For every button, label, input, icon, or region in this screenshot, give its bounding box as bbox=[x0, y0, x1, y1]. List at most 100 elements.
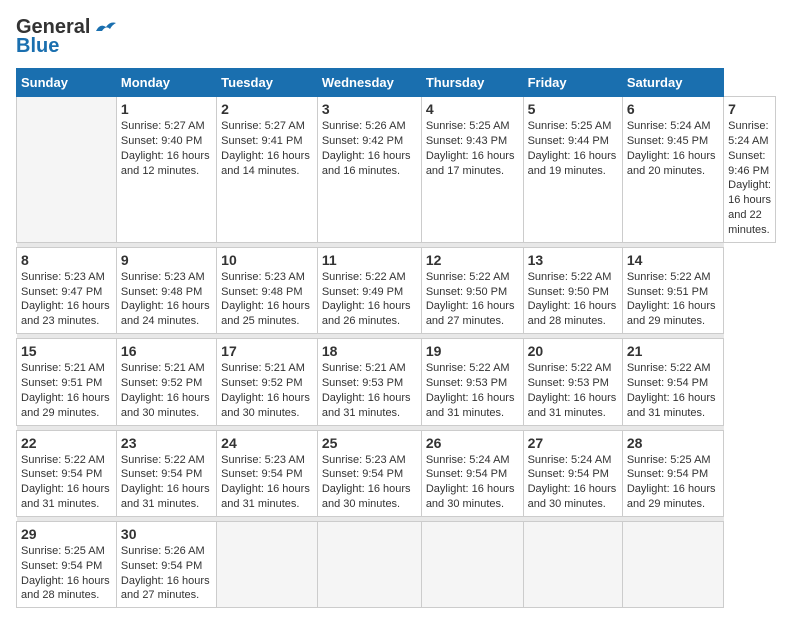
calendar-day-cell: 14 Sunrise: 5:22 AM Sunset: 9:51 PM Dayl… bbox=[622, 247, 723, 333]
calendar-day-cell: 15 Sunrise: 5:21 AM Sunset: 9:51 PM Dayl… bbox=[17, 339, 117, 425]
day-info: Sunrise: 5:22 AM Sunset: 9:53 PM Dayligh… bbox=[426, 361, 519, 420]
day-number: 8 bbox=[21, 252, 112, 268]
weekday-header: Friday bbox=[523, 69, 622, 97]
day-number: 26 bbox=[426, 435, 519, 451]
day-info: Sunrise: 5:24 AM Sunset: 9:54 PM Dayligh… bbox=[426, 453, 519, 512]
calendar-day-cell: 6 Sunrise: 5:24 AM Sunset: 9:45 PM Dayli… bbox=[622, 97, 723, 243]
calendar-day-cell: 17 Sunrise: 5:21 AM Sunset: 9:52 PM Dayl… bbox=[217, 339, 318, 425]
day-number: 17 bbox=[221, 343, 313, 359]
calendar-day-cell: 27 Sunrise: 5:24 AM Sunset: 9:54 PM Dayl… bbox=[523, 430, 622, 516]
day-number: 29 bbox=[21, 526, 112, 542]
day-number: 7 bbox=[728, 101, 771, 117]
day-number: 24 bbox=[221, 435, 313, 451]
day-info: Sunrise: 5:23 AM Sunset: 9:54 PM Dayligh… bbox=[322, 453, 417, 512]
day-info: Sunrise: 5:23 AM Sunset: 9:54 PM Dayligh… bbox=[221, 453, 313, 512]
day-info: Sunrise: 5:22 AM Sunset: 9:50 PM Dayligh… bbox=[528, 270, 618, 329]
calendar-day-cell: 30 Sunrise: 5:26 AM Sunset: 9:54 PM Dayl… bbox=[116, 521, 216, 607]
day-number: 5 bbox=[528, 101, 618, 117]
calendar-day-cell: 8 Sunrise: 5:23 AM Sunset: 9:47 PM Dayli… bbox=[17, 247, 117, 333]
day-info: Sunrise: 5:22 AM Sunset: 9:54 PM Dayligh… bbox=[627, 361, 719, 420]
weekday-header: Saturday bbox=[622, 69, 723, 97]
day-number: 16 bbox=[121, 343, 212, 359]
day-number: 22 bbox=[21, 435, 112, 451]
calendar-day-cell bbox=[17, 97, 117, 243]
day-info: Sunrise: 5:21 AM Sunset: 9:51 PM Dayligh… bbox=[21, 361, 112, 420]
day-number: 4 bbox=[426, 101, 519, 117]
day-info: Sunrise: 5:24 AM Sunset: 9:46 PM Dayligh… bbox=[728, 119, 771, 238]
weekday-header: Monday bbox=[116, 69, 216, 97]
day-number: 10 bbox=[221, 252, 313, 268]
calendar-day-cell bbox=[523, 521, 622, 607]
day-number: 12 bbox=[426, 252, 519, 268]
calendar-day-cell: 23 Sunrise: 5:22 AM Sunset: 9:54 PM Dayl… bbox=[116, 430, 216, 516]
day-info: Sunrise: 5:22 AM Sunset: 9:49 PM Dayligh… bbox=[322, 270, 417, 329]
calendar-day-cell: 2 Sunrise: 5:27 AM Sunset: 9:41 PM Dayli… bbox=[217, 97, 318, 243]
day-number: 25 bbox=[322, 435, 417, 451]
day-number: 6 bbox=[627, 101, 719, 117]
day-number: 14 bbox=[627, 252, 719, 268]
day-info: Sunrise: 5:21 AM Sunset: 9:52 PM Dayligh… bbox=[221, 361, 313, 420]
calendar-week-row: 29 Sunrise: 5:25 AM Sunset: 9:54 PM Dayl… bbox=[17, 521, 776, 607]
day-number: 15 bbox=[21, 343, 112, 359]
weekday-header-row: SundayMondayTuesdayWednesdayThursdayFrid… bbox=[17, 69, 776, 97]
day-info: Sunrise: 5:25 AM Sunset: 9:54 PM Dayligh… bbox=[21, 544, 112, 603]
calendar: SundayMondayTuesdayWednesdayThursdayFrid… bbox=[16, 68, 776, 608]
calendar-week-row: 1 Sunrise: 5:27 AM Sunset: 9:40 PM Dayli… bbox=[17, 97, 776, 243]
calendar-day-cell: 16 Sunrise: 5:21 AM Sunset: 9:52 PM Dayl… bbox=[116, 339, 216, 425]
calendar-day-cell: 18 Sunrise: 5:21 AM Sunset: 9:53 PM Dayl… bbox=[317, 339, 421, 425]
logo-blue: Blue bbox=[16, 35, 59, 58]
day-number: 27 bbox=[528, 435, 618, 451]
day-info: Sunrise: 5:22 AM Sunset: 9:51 PM Dayligh… bbox=[627, 270, 719, 329]
header: General Blue bbox=[16, 16, 776, 58]
calendar-day-cell bbox=[421, 521, 523, 607]
day-info: Sunrise: 5:24 AM Sunset: 9:54 PM Dayligh… bbox=[528, 453, 618, 512]
calendar-day-cell: 4 Sunrise: 5:25 AM Sunset: 9:43 PM Dayli… bbox=[421, 97, 523, 243]
calendar-day-cell: 20 Sunrise: 5:22 AM Sunset: 9:53 PM Dayl… bbox=[523, 339, 622, 425]
calendar-day-cell: 24 Sunrise: 5:23 AM Sunset: 9:54 PM Dayl… bbox=[217, 430, 318, 516]
calendar-day-cell: 9 Sunrise: 5:23 AM Sunset: 9:48 PM Dayli… bbox=[116, 247, 216, 333]
day-info: Sunrise: 5:25 AM Sunset: 9:44 PM Dayligh… bbox=[528, 119, 618, 178]
calendar-day-cell bbox=[317, 521, 421, 607]
calendar-day-cell: 10 Sunrise: 5:23 AM Sunset: 9:48 PM Dayl… bbox=[217, 247, 318, 333]
day-info: Sunrise: 5:21 AM Sunset: 9:52 PM Dayligh… bbox=[121, 361, 212, 420]
calendar-day-cell: 26 Sunrise: 5:24 AM Sunset: 9:54 PM Dayl… bbox=[421, 430, 523, 516]
day-number: 13 bbox=[528, 252, 618, 268]
calendar-day-cell: 22 Sunrise: 5:22 AM Sunset: 9:54 PM Dayl… bbox=[17, 430, 117, 516]
weekday-header: Thursday bbox=[421, 69, 523, 97]
calendar-day-cell: 21 Sunrise: 5:22 AM Sunset: 9:54 PM Dayl… bbox=[622, 339, 723, 425]
day-number: 19 bbox=[426, 343, 519, 359]
day-number: 1 bbox=[121, 101, 212, 117]
weekday-header: Wednesday bbox=[317, 69, 421, 97]
weekday-header: Sunday bbox=[17, 69, 117, 97]
day-info: Sunrise: 5:21 AM Sunset: 9:53 PM Dayligh… bbox=[322, 361, 417, 420]
day-number: 3 bbox=[322, 101, 417, 117]
day-number: 30 bbox=[121, 526, 212, 542]
day-number: 21 bbox=[627, 343, 719, 359]
calendar-day-cell: 11 Sunrise: 5:22 AM Sunset: 9:49 PM Dayl… bbox=[317, 247, 421, 333]
calendar-day-cell: 19 Sunrise: 5:22 AM Sunset: 9:53 PM Dayl… bbox=[421, 339, 523, 425]
day-number: 11 bbox=[322, 252, 417, 268]
calendar-day-cell: 25 Sunrise: 5:23 AM Sunset: 9:54 PM Dayl… bbox=[317, 430, 421, 516]
day-info: Sunrise: 5:26 AM Sunset: 9:54 PM Dayligh… bbox=[121, 544, 212, 603]
calendar-day-cell: 13 Sunrise: 5:22 AM Sunset: 9:50 PM Dayl… bbox=[523, 247, 622, 333]
calendar-week-row: 15 Sunrise: 5:21 AM Sunset: 9:51 PM Dayl… bbox=[17, 339, 776, 425]
calendar-day-cell: 5 Sunrise: 5:25 AM Sunset: 9:44 PM Dayli… bbox=[523, 97, 622, 243]
calendar-day-cell: 3 Sunrise: 5:26 AM Sunset: 9:42 PM Dayli… bbox=[317, 97, 421, 243]
day-info: Sunrise: 5:22 AM Sunset: 9:53 PM Dayligh… bbox=[528, 361, 618, 420]
day-number: 9 bbox=[121, 252, 212, 268]
day-info: Sunrise: 5:22 AM Sunset: 9:50 PM Dayligh… bbox=[426, 270, 519, 329]
logo-bird-icon bbox=[92, 17, 118, 39]
day-info: Sunrise: 5:22 AM Sunset: 9:54 PM Dayligh… bbox=[21, 453, 112, 512]
calendar-week-row: 22 Sunrise: 5:22 AM Sunset: 9:54 PM Dayl… bbox=[17, 430, 776, 516]
day-info: Sunrise: 5:27 AM Sunset: 9:40 PM Dayligh… bbox=[121, 119, 212, 178]
calendar-day-cell: 29 Sunrise: 5:25 AM Sunset: 9:54 PM Dayl… bbox=[17, 521, 117, 607]
day-info: Sunrise: 5:23 AM Sunset: 9:48 PM Dayligh… bbox=[221, 270, 313, 329]
day-info: Sunrise: 5:23 AM Sunset: 9:48 PM Dayligh… bbox=[121, 270, 212, 329]
day-info: Sunrise: 5:27 AM Sunset: 9:41 PM Dayligh… bbox=[221, 119, 313, 178]
day-info: Sunrise: 5:25 AM Sunset: 9:43 PM Dayligh… bbox=[426, 119, 519, 178]
calendar-day-cell: 7 Sunrise: 5:24 AM Sunset: 9:46 PM Dayli… bbox=[724, 97, 776, 243]
calendar-day-cell bbox=[217, 521, 318, 607]
day-number: 2 bbox=[221, 101, 313, 117]
day-info: Sunrise: 5:23 AM Sunset: 9:47 PM Dayligh… bbox=[21, 270, 112, 329]
day-number: 18 bbox=[322, 343, 417, 359]
